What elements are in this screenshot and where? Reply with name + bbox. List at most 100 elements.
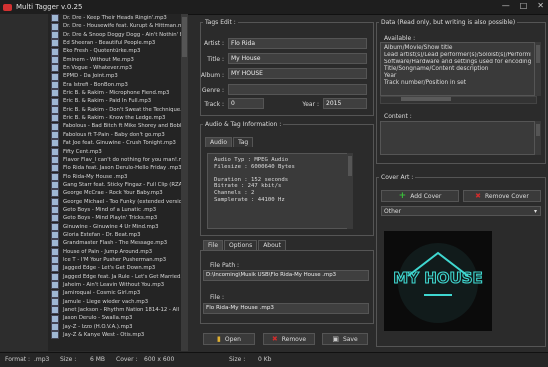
file-list-item[interactable]: Ed Sheeran - Beautiful People.mp3 <box>48 39 181 48</box>
minimize-button[interactable]: — <box>502 1 510 10</box>
file-list-item[interactable]: Jamule - Liege wieder vach.mp3 <box>48 297 181 306</box>
title-bar: Multi Tagger v.0.25 — □ ✕ <box>0 0 548 15</box>
file-list-item[interactable]: EPMD - Da Joint.mp3 <box>48 72 181 81</box>
save-icon: ▣ <box>332 335 339 343</box>
file-icon <box>51 247 59 256</box>
artist-field[interactable]: Flo Rida <box>228 38 367 49</box>
tab-file[interactable]: File <box>203 240 224 250</box>
genre-field[interactable] <box>228 84 367 95</box>
file-icon <box>51 297 59 306</box>
file-name-field[interactable]: Flo Rida-My House .mp3 <box>203 303 369 314</box>
save-button[interactable]: ▣ Save <box>322 333 368 345</box>
file-list-item[interactable]: Jagged Edge - Let's Get Down.mp3 <box>48 264 181 273</box>
data-group-label: Data (Read only, but writing is also pos… <box>379 19 518 26</box>
file-list-item[interactable]: Gloria Estefan - Dr. Beat.mp3 <box>48 231 181 240</box>
add-cover-button[interactable]: + Add Cover <box>381 190 459 202</box>
file-icon <box>51 314 59 323</box>
file-list-item[interactable]: Fat Joe feat. Ginuwine - Crush Tonight.m… <box>48 139 181 148</box>
file-list-item[interactable]: Ice T - I'M Your Pusher Pusherman.mp3 <box>48 256 181 265</box>
audio-info-scrollbar[interactable] <box>347 153 353 229</box>
available-item[interactable]: Software/Hardware and settings used for … <box>384 59 531 66</box>
remove-button[interactable]: ✖ Remove <box>263 333 315 345</box>
file-list-item[interactable]: Geto Boys - Mind Playin' Tricks.mp3 <box>48 214 181 223</box>
tab-options[interactable]: Options <box>224 240 258 250</box>
file-list-item[interactable]: Fabolous - Bad Bitch ft Mike Shorey and … <box>48 122 181 131</box>
file-list-item[interactable]: Eric B. & Rakim - Microphone Fiend.mp3 <box>48 89 181 98</box>
file-name: En Vogue - Whatever.mp3 <box>63 65 132 72</box>
available-item[interactable]: Album/Movie/Show title <box>384 45 531 52</box>
close-button[interactable]: ✕ <box>537 1 544 10</box>
file-list-item[interactable]: Grandmaster Flash - The Message.mp3 <box>48 239 181 248</box>
tab-audio[interactable]: Audio <box>205 137 233 147</box>
file-list-item[interactable]: George Michael - Too Funky (extended ver… <box>48 197 181 206</box>
file-list-item[interactable]: Jason Derulo - Swalla.mp3 <box>48 314 181 323</box>
file-list-item[interactable]: Flavor Flav_I can't do nothing for you m… <box>48 156 181 165</box>
maximize-button[interactable]: □ <box>520 1 528 10</box>
file-list-item[interactable]: Eminem - Without Me.mp3 <box>48 55 181 64</box>
file-list-item[interactable]: Geto Boys - Mind of a Lunatic .mp3 <box>48 206 181 215</box>
file-list-item[interactable]: Dr. Dre - Keep Their Heads Ringin'.mp3 <box>48 14 181 23</box>
title-field[interactable]: My House <box>228 53 367 64</box>
content-scrollbar[interactable] <box>535 121 541 155</box>
open-button[interactable]: ▮ Open <box>203 333 255 345</box>
file-list-item[interactable]: Era Istrefi - BonBon.mp3 <box>48 80 181 89</box>
available-item[interactable]: Lead artist(s)/Lead performer(s)/Soloist… <box>384 52 531 59</box>
file-icon <box>51 181 59 190</box>
file-list-item[interactable]: Dr. Dre - Housewife feat. Kurupt & Hittm… <box>48 22 181 31</box>
file-list-item[interactable]: Jay-Z & Kanye West - Otis.mp3 <box>48 331 181 340</box>
file-list-item[interactable]: House of Pain - Jump Around.mp3 <box>48 247 181 256</box>
audio-info-line: Duration : 152 seconds <box>214 176 289 183</box>
file-name: Dr. Dre - Housewife feat. Kurupt & Hittm… <box>63 23 181 30</box>
file-list-item[interactable]: Jay-Z - Izzo (H.O.V.A.).mp3 <box>48 322 181 331</box>
file-list[interactable]: Dr. Dre - Keep Their Heads Ringin'.mp3 Dr… <box>48 14 182 351</box>
content-label: Content : <box>382 113 414 120</box>
file-path-field[interactable]: D:\Incoming\Musik USB\Flo Rida-My House … <box>203 270 369 281</box>
cover-type-select[interactable]: Other ▾ <box>381 206 541 216</box>
file-list-item[interactable]: Gang Starr feat. Sticky Fingaz - Full Cl… <box>48 181 181 190</box>
file-list-item[interactable]: En Vogue - Whatever.mp3 <box>48 64 181 73</box>
remove-cover-button[interactable]: ✖ Remove Cover <box>463 190 541 202</box>
available-hscroll[interactable] <box>380 96 537 104</box>
format-label: Format : <box>5 356 31 363</box>
tab-about[interactable]: About <box>258 240 286 250</box>
file-list-item[interactable]: Jamiroquai - Cosmic Girl.mp3 <box>48 289 181 298</box>
file-list-item[interactable]: Eric B. & Rakim - Paid In Full.mp3 <box>48 97 181 106</box>
file-name: Jaheim - Ain't Leavin Without You.mp3 <box>63 282 165 288</box>
remove-label: Remove <box>281 335 307 343</box>
file-list-item[interactable]: Fabolous ft T-Pain - Baby don't go.mp3 <box>48 130 181 139</box>
track-field[interactable]: 0 <box>228 98 264 109</box>
album-field[interactable]: MY HOUSE <box>228 68 367 79</box>
content-field[interactable] <box>380 121 535 155</box>
file-list-item[interactable]: Eric B. & Rakim - Don't Sweat the Techni… <box>48 105 181 114</box>
file-list-item[interactable]: Fifty Cent.mp3 <box>48 147 181 156</box>
available-item[interactable]: Track number/Position in set <box>384 80 531 87</box>
file-list-item[interactable]: Eko Fresh - Quotentürke.mp3 <box>48 47 181 56</box>
cover-label: Cover : <box>116 356 138 363</box>
artist-label: Artist : <box>204 40 224 47</box>
size2-label: Size : <box>229 356 246 363</box>
file-list-scrollbar[interactable] <box>181 14 188 351</box>
year-field[interactable]: 2015 <box>323 98 367 109</box>
file-icon <box>51 239 59 248</box>
file-list-item[interactable]: Flo Rida-My House .mp3 <box>48 172 181 181</box>
file-list-item[interactable]: George McCrae - Rock Your Baby.mp3 <box>48 189 181 198</box>
audio-info-line: Filesize : 6000640 Bytes <box>214 163 295 170</box>
file-list-item[interactable]: Jagged Edge feat. Ja Rule - Let's Get Ma… <box>48 272 181 281</box>
file-icon <box>51 272 59 281</box>
available-scrollbar[interactable] <box>535 42 541 96</box>
file-list-item[interactable]: Jaheim - Ain't Leavin Without You.mp3 <box>48 281 181 290</box>
file-list-item[interactable]: Flo Rida feat. Jason Derulo-Hello Friday… <box>48 164 181 173</box>
format-value: .mp3 <box>34 356 50 363</box>
add-cover-label: Add Cover <box>410 192 442 200</box>
file-list-item[interactable]: Dr. Dre & Snoop Doggy Dogg - Ain't Nothi… <box>48 30 181 39</box>
file-list-item[interactable]: Janet Jackson - Rhythm Nation 1814-12 - … <box>48 306 181 315</box>
file-list-item[interactable]: Ginuwine - Ginuwine 4 Ur Mind.mp3 <box>48 222 181 231</box>
available-item[interactable]: Title/Songname/Content description <box>384 66 531 73</box>
file-name: Jason Derulo - Swalla.mp3 <box>63 315 133 322</box>
available-label: Available : <box>382 35 418 42</box>
file-list-item[interactable]: Eric B. & Rakim - Know the Ledge.mp3 <box>48 114 181 123</box>
available-item[interactable]: Year <box>384 73 531 80</box>
tab-tag[interactable]: Tag <box>233 137 254 147</box>
available-list[interactable]: Album/Movie/Show title Lead artist(s)/Le… <box>380 42 535 96</box>
file-name: Flo Rida feat. Jason Derulo-Hello Friday… <box>63 165 181 172</box>
